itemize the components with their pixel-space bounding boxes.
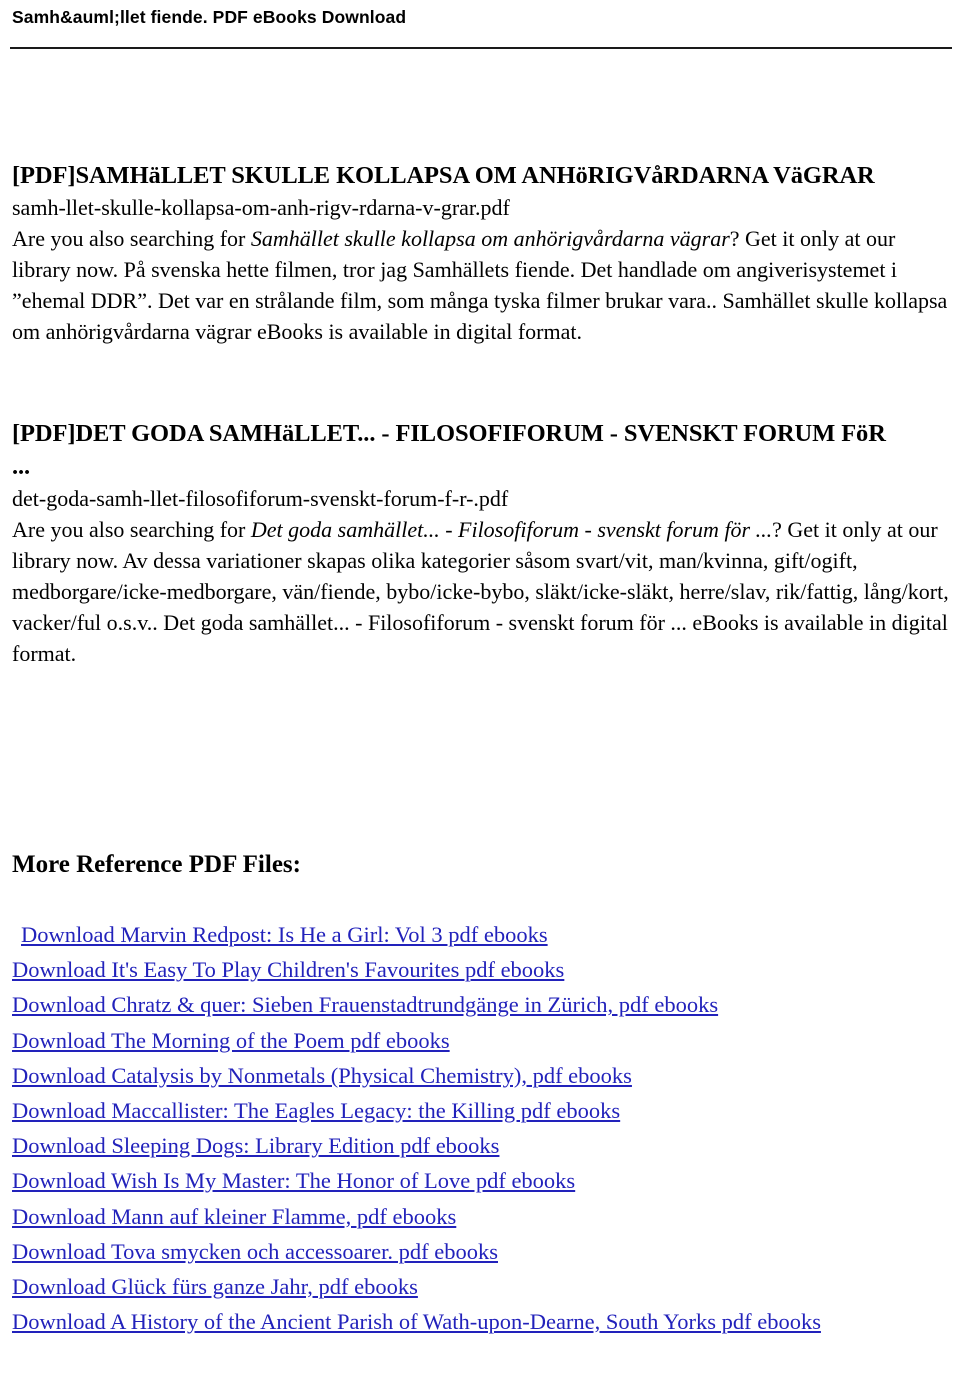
reference-link[interactable]: Download It's Easy To Play Children's Fa… — [12, 957, 564, 982]
entry-filename: det-goda-samh-llet-filosofiforum-svenskt… — [12, 486, 509, 511]
reference-link[interactable]: Download The Morning of the Poem pdf ebo… — [12, 1028, 450, 1053]
more-reference-heading: More Reference PDF Files: — [12, 851, 301, 878]
list-item: Download Marvin Redpost: Is He a Girl: V… — [12, 919, 950, 954]
list-item: Download Chratz & quer: Sieben Frauensta… — [12, 989, 950, 1024]
reference-link[interactable]: Download Tova smycken och accessoarer. p… — [12, 1239, 498, 1264]
list-item: Download Wish Is My Master: The Honor of… — [12, 1165, 950, 1200]
reference-link[interactable]: Download Mann auf kleiner Flamme, pdf eb… — [12, 1204, 456, 1229]
pdf-entry: [PDF]DET GODA SAMHäLLET... - FILOSOFIFOR… — [12, 347, 950, 669]
entry-title-continuation: ... — [12, 453, 31, 480]
entry-description-title: Det goda samhället... - Filosofiforum - … — [250, 517, 773, 542]
entry-description: Are you also searching for Samhället sku… — [12, 223, 950, 347]
list-item: Download The Morning of the Poem pdf ebo… — [12, 1025, 950, 1060]
list-item: Download Tova smycken och accessoarer. p… — [12, 1236, 950, 1271]
reference-link[interactable]: Download Chratz & quer: Sieben Frauensta… — [12, 992, 718, 1017]
reference-link[interactable]: Download Glück fürs ganze Jahr, pdf eboo… — [12, 1274, 418, 1299]
reference-link[interactable]: Download Marvin Redpost: Is He a Girl: V… — [21, 922, 548, 947]
document-page: Samh&auml;llet fiende. PDF eBooks Downlo… — [0, 0, 960, 1383]
reference-link[interactable]: Download A History of the Ancient Parish… — [12, 1309, 821, 1334]
list-item: Download Catalysis by Nonmetals (Physica… — [12, 1060, 950, 1095]
entry-title: [PDF]SAMHäLLET SKULLE KOLLAPSA OM ANHöRI… — [12, 162, 875, 189]
entry-description-lead: Are you also searching for — [12, 517, 251, 542]
entry-title: [PDF]DET GODA SAMHäLLET... - FILOSOFIFOR… — [12, 420, 886, 447]
entry-description: Are you also searching for Det goda samh… — [12, 514, 950, 669]
document-content: [PDF]SAMHäLLET SKULLE KOLLAPSA OM ANHöRI… — [0, 49, 960, 1341]
entry-filename: samh-llet-skulle-kollapsa-om-anh-rigv-rd… — [12, 195, 510, 220]
list-item: Download A History of the Ancient Parish… — [12, 1306, 950, 1341]
entry-description-title: Samhället skulle kollapsa om anhörigvård… — [250, 226, 730, 251]
list-item: Download Sleeping Dogs: Library Edition … — [12, 1130, 950, 1165]
site-header: Samh&auml;llet fiende. PDF eBooks Downlo… — [0, 0, 960, 28]
reference-link[interactable]: Download Sleeping Dogs: Library Edition … — [12, 1133, 499, 1158]
pdf-entry: [PDF]SAMHäLLET SKULLE KOLLAPSA OM ANHöRI… — [12, 49, 950, 347]
reference-link[interactable]: Download Wish Is My Master: The Honor of… — [12, 1168, 575, 1193]
more-reference-section: More Reference PDF Files: Download Marvi… — [12, 669, 950, 1341]
list-item: Download Maccallister: The Eagles Legacy… — [12, 1095, 950, 1130]
entry-description-lead: Are you also searching for — [12, 226, 251, 251]
reference-link[interactable]: Download Catalysis by Nonmetals (Physica… — [12, 1063, 632, 1088]
list-item: Download Glück fürs ganze Jahr, pdf eboo… — [12, 1271, 950, 1306]
list-item: Download It's Easy To Play Children's Fa… — [12, 954, 950, 989]
reference-link[interactable]: Download Maccallister: The Eagles Legacy… — [12, 1098, 620, 1123]
list-item: Download Mann auf kleiner Flamme, pdf eb… — [12, 1201, 950, 1236]
reference-link-list: Download Marvin Redpost: Is He a Girl: V… — [12, 919, 950, 1341]
page-title: Samh&auml;llet fiende. PDF eBooks Downlo… — [12, 7, 407, 27]
